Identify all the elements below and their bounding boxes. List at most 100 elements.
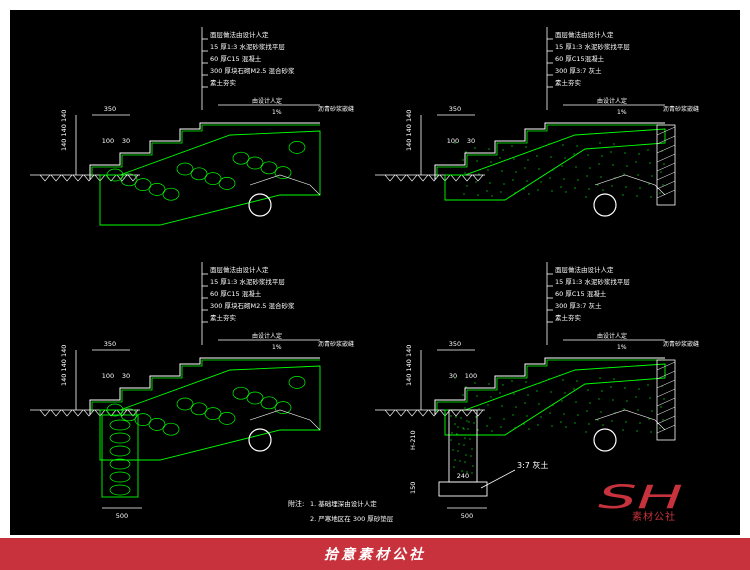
slope-percent: 1%: [617, 109, 627, 116]
aggregate-dot: [540, 416, 542, 418]
aggregate-dot: [450, 439, 452, 441]
aggregate-dot: [585, 431, 587, 433]
stone-block: [232, 386, 250, 400]
stone-block: [274, 166, 292, 179]
footing-base: [438, 481, 488, 497]
aggregate-dot: [514, 192, 516, 194]
aggregate-dot: [475, 181, 477, 183]
dim-text: 30: [449, 372, 457, 380]
aggregate-dot: [486, 190, 488, 192]
soil-line: [249, 174, 321, 196]
aggregate-dot: [528, 428, 530, 430]
aggregate-dot: [602, 424, 604, 426]
dim-vertical-text: 140 140 140: [60, 110, 68, 151]
aggregate-dot: [487, 404, 489, 406]
aggregate-dot: [466, 420, 468, 422]
stone-block: [288, 141, 306, 154]
layer-label: 60 厚C15 混凝土: [555, 289, 607, 298]
aggregate-dot: [474, 147, 476, 149]
aggregate-dot: [576, 145, 578, 147]
aggregate-dot: [635, 396, 637, 398]
aggregate-dot: [488, 148, 490, 150]
aggregate-dot: [478, 408, 480, 410]
layer-label: 60 厚C15混凝土: [555, 54, 605, 63]
ground-hatch: [395, 409, 407, 417]
stair-finish: [436, 359, 665, 412]
aggregate-dot: [501, 170, 503, 172]
stone-block: [204, 172, 222, 185]
ground-hatch: [450, 174, 462, 182]
slope-percent: 1%: [272, 109, 282, 116]
aggregate-dot: [599, 377, 601, 379]
ground-hatch: [39, 174, 51, 182]
aggregate-dot: [464, 172, 466, 174]
aggregate-dot: [598, 398, 600, 400]
stair-finish: [436, 124, 665, 177]
cad-drawing: 面层做法由设计人定 15 厚1:3 水泥砂浆找平层 60 厚C15 混凝土 300 厚…: [30, 27, 699, 523]
aggregate-dot: [574, 187, 576, 189]
wall-hatch: [656, 388, 676, 398]
stone-block: [162, 422, 180, 436]
footer-text: 拾意素材公社: [324, 547, 426, 563]
section-panel: 面层做法由设计人定 15 厚1:3 水泥砂浆找平层 60 厚C15 混凝土 300 厚…: [30, 27, 354, 226]
aggregate-dot: [561, 165, 563, 167]
aggregate-dot: [538, 168, 540, 170]
aggregate-dot: [464, 437, 466, 439]
stone-block: [148, 418, 166, 431]
aggregate-dot: [539, 147, 541, 149]
material-leader: [480, 469, 516, 489]
aggregate-dot: [598, 163, 600, 165]
aggregate-dot: [454, 459, 456, 461]
aggregate-dot: [503, 183, 505, 185]
wall-hatch: [656, 126, 676, 136]
aggregate-dot: [537, 189, 539, 191]
dim-vertical-text: 140 140 140: [405, 110, 413, 151]
aggregate-dot: [513, 393, 515, 395]
aggregate-dot: [575, 166, 577, 168]
aggregate-dot: [662, 184, 664, 186]
layer-label: 15 厚1:3 水泥砂浆找平层: [555, 277, 630, 286]
aggregate-dot: [548, 378, 550, 380]
aggregate-dot: [600, 411, 602, 413]
aggregate-dot: [499, 157, 501, 159]
stone-block: [176, 397, 194, 411]
dim-vertical-text: 140 140 140: [60, 345, 68, 386]
layer-label: 15 厚1:3 水泥砂浆找平层: [210, 277, 285, 286]
slope-percent: 1%: [617, 344, 627, 351]
aggregate-dot: [514, 427, 516, 429]
aggregate-dot: [588, 423, 590, 425]
layer-label: 面层做法由设计人定: [210, 265, 269, 274]
aggregate-dot: [463, 444, 465, 446]
stone-block: [218, 412, 236, 425]
aggregate-dot: [648, 183, 650, 185]
aggregate-dot: [561, 400, 563, 402]
aggregate-dot: [588, 188, 590, 190]
aggregate-dot: [537, 424, 539, 426]
aggregate-dot: [457, 450, 459, 452]
aggregate-dot: [453, 466, 455, 468]
wall-hatch: [656, 361, 676, 371]
aggregate-dot: [502, 384, 504, 386]
aggregate-dot: [499, 392, 501, 394]
aggregate-dot: [638, 153, 640, 155]
notes-block: 附注: 1. 基础埋深由设计人定 2. 严寒地区在 300 厚砂垫层: [288, 499, 394, 523]
ground-hatch: [461, 174, 473, 182]
aggregate-dot: [469, 438, 471, 440]
aggregate-dot: [551, 190, 553, 192]
ground-hatch: [72, 174, 84, 182]
stone-block: [120, 173, 138, 187]
wall-hatch: [656, 379, 676, 389]
aggregate-dot: [637, 174, 639, 176]
aggregate-dot: [489, 182, 491, 184]
section-marker: [248, 428, 272, 452]
ground-hatch: [472, 174, 484, 182]
stone-block: [109, 458, 131, 470]
aggregate-dot: [473, 422, 475, 424]
aggregate-dot: [523, 188, 525, 190]
concrete-bed: [444, 128, 666, 201]
section-marker: [248, 193, 272, 217]
aggregate-dot: [528, 193, 530, 195]
dim-vertical-text: 140 140 140: [405, 345, 413, 386]
aggregate-dot: [490, 161, 492, 163]
dim-text: 100: [102, 137, 114, 145]
